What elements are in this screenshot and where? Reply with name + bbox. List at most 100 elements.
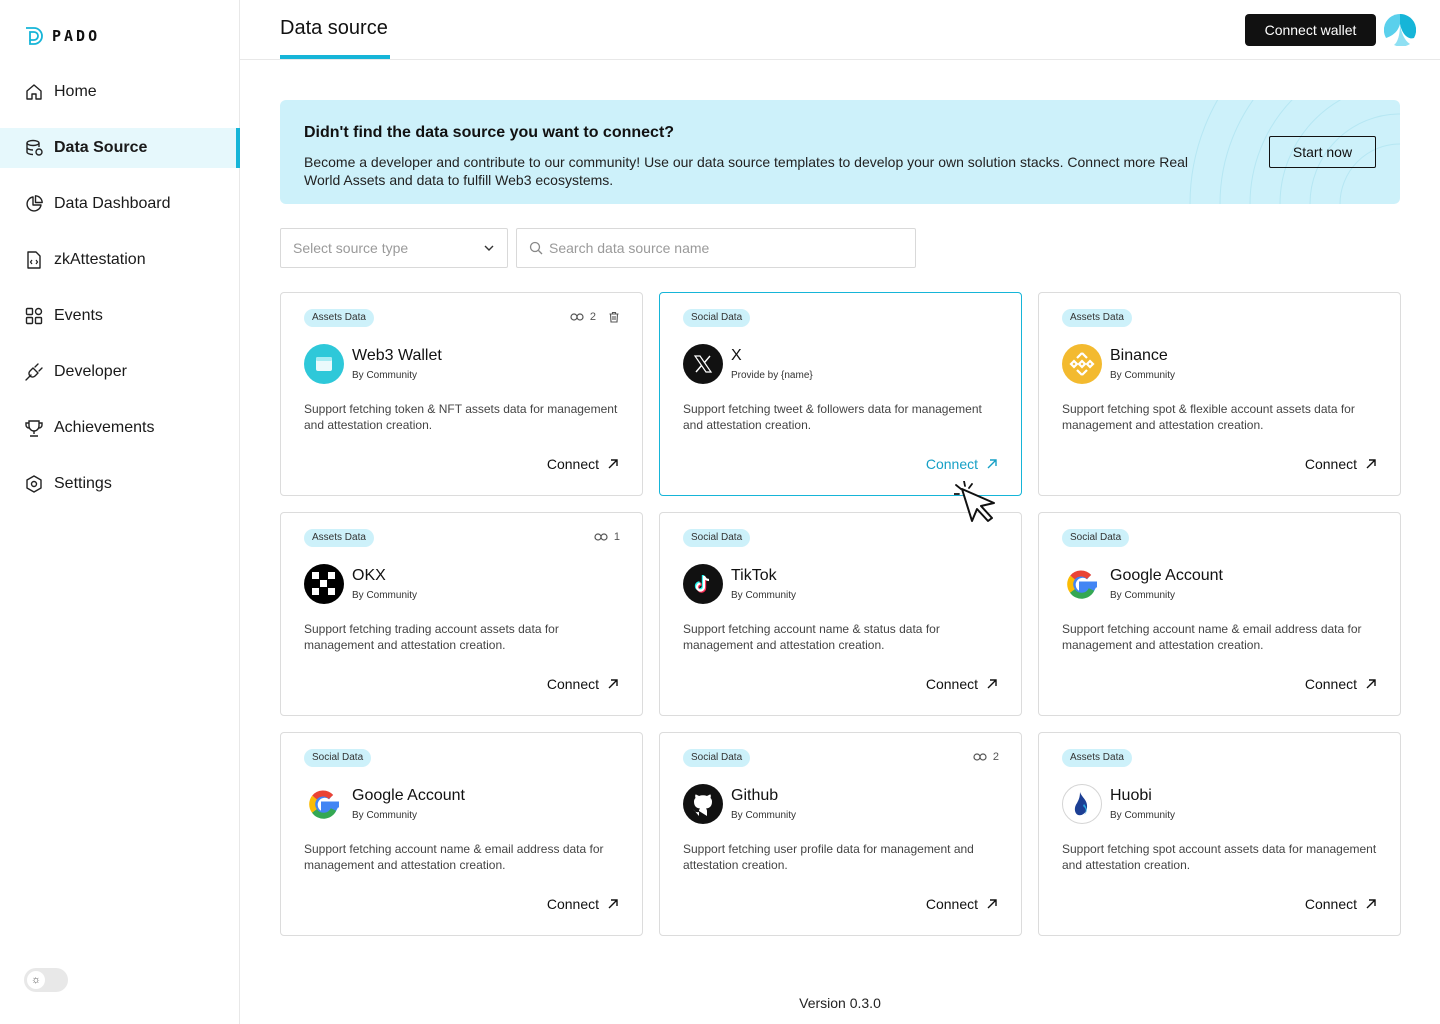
- arrow-up-right-icon: [987, 899, 997, 909]
- source-name: Github: [731, 787, 779, 804]
- source-provider: By Community: [352, 810, 418, 821]
- source-provider: By Community: [352, 370, 418, 381]
- developer-banner: Didn't find the data source you want to …: [280, 100, 1400, 204]
- category-tag: Social Data: [683, 309, 751, 327]
- logo[interactable]: PADO: [24, 26, 100, 46]
- sidebar-nav: Home Data Source Data Dashboard zkAttest…: [0, 72, 240, 520]
- connect-label: Connect: [925, 896, 978, 912]
- google-logo-icon: [304, 784, 344, 824]
- connect-button[interactable]: Connect: [926, 676, 998, 692]
- connect-button[interactable]: Connect: [1305, 896, 1377, 912]
- category-tag: Assets Data: [1062, 749, 1132, 767]
- connect-label: Connect: [546, 456, 599, 472]
- banner-title: Didn't find the data source you want to …: [304, 124, 675, 141]
- source-provider: By Community: [352, 590, 418, 601]
- source-description: Support fetching spot account assets dat…: [1062, 842, 1377, 872]
- link-count: 2: [992, 751, 999, 763]
- source-type-select[interactable]: Select source type: [280, 228, 508, 268]
- avatar[interactable]: [1384, 14, 1416, 46]
- data-source-card-binance[interactable]: Assets Data Binance By Community Support…: [1038, 292, 1401, 496]
- connect-button[interactable]: Connect: [547, 896, 619, 912]
- x-logo-icon: [683, 344, 723, 384]
- data-source-card-github[interactable]: Social Data 2 Github By Community Suppor…: [659, 732, 1022, 936]
- start-now-button[interactable]: Start now: [1269, 136, 1376, 168]
- source-name: Google Account: [1110, 567, 1223, 584]
- sidebar-item-home[interactable]: Home: [0, 72, 240, 112]
- wallet-icon: [304, 344, 344, 384]
- connect-label: Connect: [1304, 456, 1357, 472]
- data-source-card-okx[interactable]: Assets Data 1 OKX By Community Support f…: [280, 512, 643, 716]
- trophy-icon: [24, 418, 44, 438]
- source-provider: Provide by {name}: [731, 370, 813, 381]
- connect-label: Connect: [546, 896, 599, 912]
- source-name: Web3 Wallet: [352, 347, 442, 364]
- data-source-card-huobi[interactable]: Assets Data Huobi By Community Support f…: [1038, 732, 1401, 936]
- code-file-icon: [24, 250, 44, 270]
- arrow-up-right-icon: [987, 459, 997, 469]
- home-icon: [24, 82, 44, 102]
- data-source-card-google-account[interactable]: Social Data Google Account By Community …: [280, 732, 643, 936]
- link-icon: [570, 313, 584, 321]
- data-source-card-web3-wallet[interactable]: Assets Data 2 Web3 Wallet By Community S…: [280, 292, 643, 496]
- delete-icon[interactable]: [608, 311, 620, 323]
- source-name: X: [731, 347, 742, 364]
- sidebar-item-zkattestation[interactable]: zkAttestation: [0, 240, 240, 280]
- chevron-down-icon: [484, 245, 494, 251]
- source-provider: By Community: [1110, 810, 1176, 821]
- connect-button[interactable]: Connect: [547, 456, 619, 472]
- source-name: Google Account: [352, 787, 465, 804]
- sidebar-item-data-dashboard[interactable]: Data Dashboard: [0, 184, 240, 224]
- okx-logo-icon: [304, 564, 344, 604]
- gear-icon: [24, 474, 44, 494]
- arrow-up-right-icon: [608, 679, 618, 689]
- category-tag: Social Data: [1062, 529, 1130, 547]
- sidebar-item-label: Home: [54, 83, 97, 100]
- category-tag: Assets Data: [304, 309, 374, 327]
- google-logo-icon: [1062, 564, 1102, 604]
- category-tag: Social Data: [683, 529, 751, 547]
- connect-button[interactable]: Connect: [1305, 456, 1377, 472]
- connect-wallet-button[interactable]: Connect wallet: [1245, 14, 1376, 46]
- connect-label: Connect: [1304, 676, 1357, 692]
- banner-text: Become a developer and contribute to our…: [304, 154, 1189, 188]
- source-provider: By Community: [1110, 370, 1176, 381]
- theme-toggle[interactable]: ☼: [24, 968, 68, 992]
- sidebar-item-label: Achievements: [54, 419, 155, 436]
- source-description: Support fetching user profile data for m…: [683, 842, 974, 872]
- logo-text: PADO: [52, 27, 101, 45]
- connect-button[interactable]: Connect: [926, 896, 998, 912]
- sidebar-item-label: Data Dashboard: [54, 195, 171, 212]
- sidebar-item-label: zkAttestation: [54, 251, 146, 268]
- sidebar-item-data-source[interactable]: Data Source: [0, 128, 240, 168]
- search-input[interactable]: [549, 240, 889, 256]
- link-icon: [973, 753, 987, 761]
- grid-icon: [24, 306, 44, 326]
- binance-logo-icon: [1062, 344, 1102, 384]
- connect-label: Connect: [546, 676, 599, 692]
- sidebar: PADO Home Data Source Data Dashboard zkA…: [0, 0, 240, 1024]
- source-provider: By Community: [731, 810, 797, 821]
- data-source-card-google-account[interactable]: Social Data Google Account By Community …: [1038, 512, 1401, 716]
- sidebar-item-label: Developer: [54, 363, 127, 380]
- source-name: Huobi: [1110, 787, 1152, 804]
- sidebar-item-label: Settings: [54, 475, 112, 492]
- sidebar-item-settings[interactable]: Settings: [0, 464, 240, 504]
- connect-button[interactable]: Connect: [547, 676, 619, 692]
- source-provider: By Community: [1110, 590, 1176, 601]
- connect-button[interactable]: Connect: [1305, 676, 1377, 692]
- github-logo-icon: [683, 784, 723, 824]
- connect-button[interactable]: Connect: [926, 456, 998, 472]
- title-underline: [280, 55, 390, 59]
- connect-label: Connect: [925, 456, 978, 472]
- data-source-card-x[interactable]: Social Data X Provide by {name} Support …: [659, 292, 1022, 496]
- sidebar-item-developer[interactable]: Developer: [0, 352, 240, 392]
- category-tag: Assets Data: [1062, 309, 1132, 327]
- sidebar-item-achievements[interactable]: Achievements: [0, 408, 240, 448]
- arrow-up-right-icon: [1366, 459, 1376, 469]
- source-name: TikTok: [731, 567, 777, 584]
- database-icon: [24, 138, 44, 158]
- sidebar-item-events[interactable]: Events: [0, 296, 240, 336]
- source-description: Support fetching spot & flexible account…: [1062, 402, 1355, 432]
- category-tag: Assets Data: [304, 529, 374, 547]
- data-source-card-tiktok[interactable]: Social Data TikTok By Community Support …: [659, 512, 1022, 716]
